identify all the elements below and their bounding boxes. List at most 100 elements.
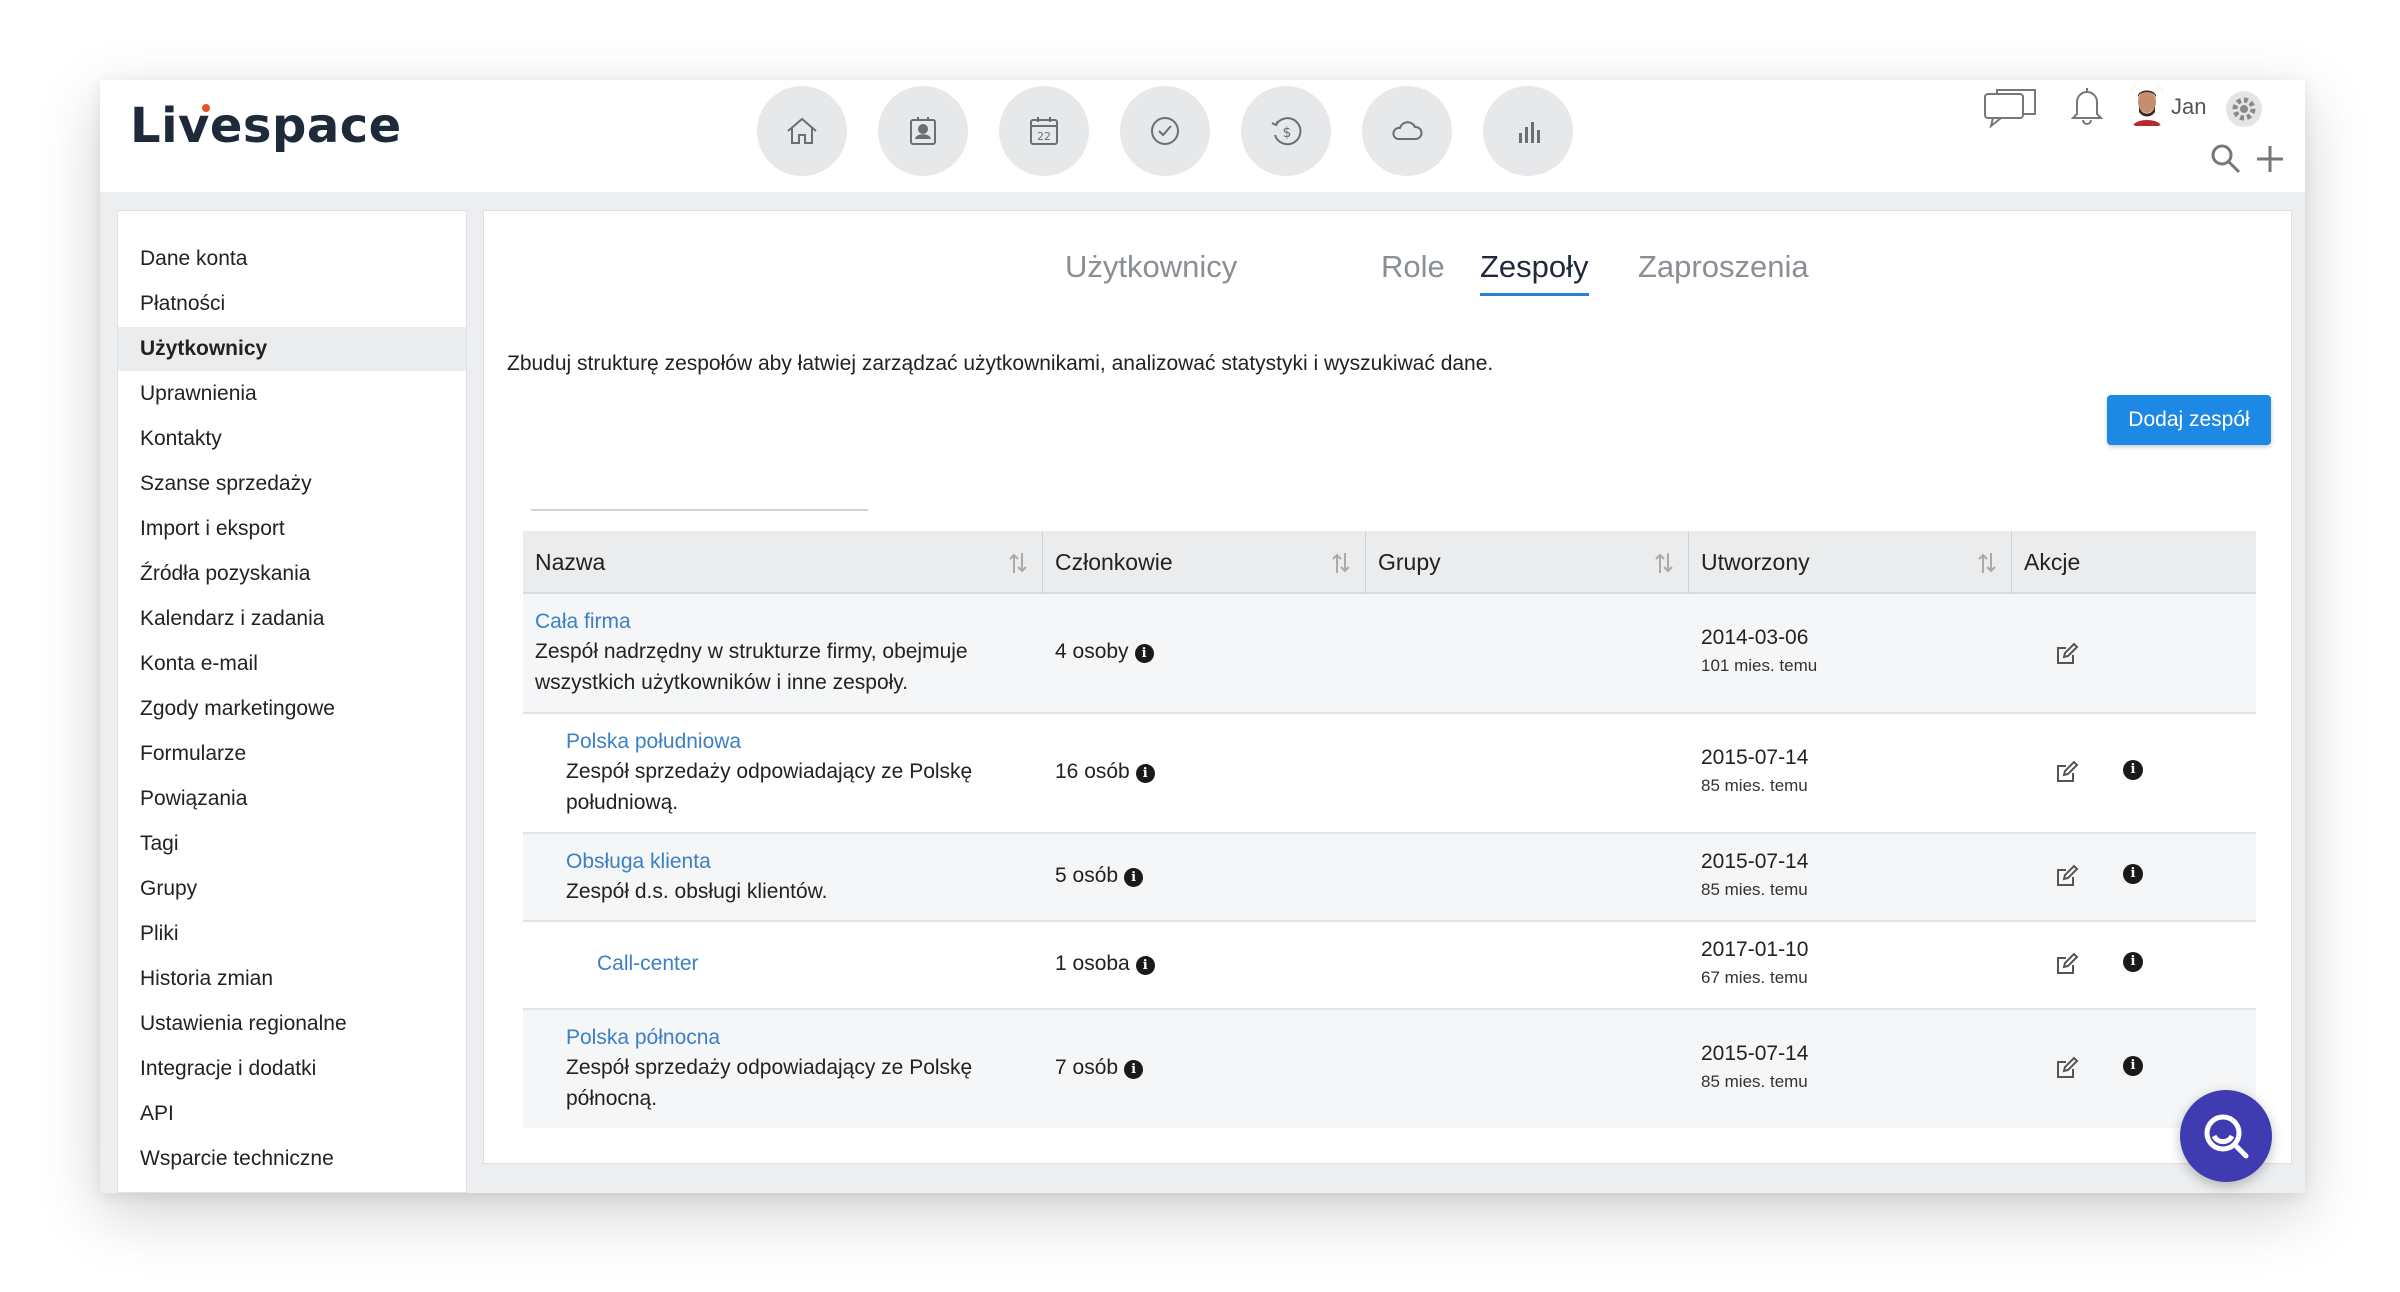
search-help-button[interactable] [2180,1090,2272,1182]
tasks-icon[interactable] [1120,86,1210,176]
sidebar-item-kalendarz-i-zadania[interactable]: Kalendarz i zadania [118,597,466,641]
edit-icon[interactable] [2055,952,2079,976]
settings-gear-icon[interactable] [2225,90,2263,132]
sort-icon [1978,553,1996,573]
info-icon[interactable]: i [1134,644,1154,663]
sidebar-item-uprawnienia[interactable]: Uprawnienia [118,372,466,416]
search-icon [2204,1114,2249,1159]
notifications-bell-icon[interactable] [2069,84,2105,130]
members-count[interactable]: 1 osoba i [1055,952,1155,976]
tab-role[interactable]: Role [1381,249,1445,285]
table-row: Polska północna Zespół sprzedaży odpowia… [523,1010,2256,1128]
tab-zaproszenia[interactable]: Zaproszenia [1638,249,1809,285]
team-description: południową. [566,791,679,814]
info-icon[interactable]: i [1135,764,1155,783]
members-count[interactable]: 7 osób i [1055,1056,1144,1080]
sidebar-item-tagi[interactable]: Tagi [118,822,466,866]
sidebar-item-import-i-eksport[interactable]: Import i eksport [118,507,466,551]
sidebar-item-powiazania[interactable]: Powiązania [118,777,466,821]
sidebar-item-zrodla-pozyskania[interactable]: Źródła pozyskania [118,552,466,596]
tab-zespoly[interactable]: Zespoły [1480,249,1589,285]
cloud-icon[interactable] [1362,86,1452,176]
sidebar-item-kontakty[interactable]: Kontakty [118,417,466,461]
sidebar-item-formularze[interactable]: Formularze [118,732,466,776]
intro-text: Zbuduj strukturę zespołów aby łatwiej za… [507,352,1494,375]
messages-icon[interactable] [1983,88,2037,132]
top-right-tools: Jan [1975,80,2305,192]
edit-icon[interactable] [2055,1056,2079,1080]
members-count-label: 16 osób [1055,760,1130,783]
column-header-grupy[interactable]: Grupy [1366,531,1689,594]
table-row: Cała firma Zespół nadrzędny w strukturze… [523,594,2256,714]
sidebar-item-wsparcie-techniczne[interactable]: Wsparcie techniczne [118,1137,466,1181]
info-icon[interactable]: i [2123,864,2143,884]
sidebar-item-api[interactable]: API [118,1092,466,1136]
sidebar-item-platnosci[interactable]: Płatności [118,282,466,326]
sidebar-item-dane-konta[interactable]: Dane konta [118,237,466,281]
main-content: Użytkownicy Role Zespoły Zaproszenia Zbu… [483,210,2292,1164]
members-count[interactable]: 4 osoby i [1055,640,1154,664]
edit-icon[interactable] [2055,642,2079,666]
column-header-czlonkowie[interactable]: Członkowie [1043,531,1366,594]
contacts-icon[interactable] [878,86,968,176]
team-name-link[interactable]: Polska południowa [566,730,972,754]
search-icon[interactable] [2209,142,2243,180]
edit-icon[interactable] [2055,864,2079,888]
info-icon[interactable]: i [1124,868,1144,887]
filter-input-underline[interactable] [531,509,868,511]
created-cell: 2014-03-06 101 mies. temu [1701,626,1817,676]
add-plus-icon[interactable] [2255,144,2285,178]
sidebar-item-ustawienia-regionalne[interactable]: Ustawienia regionalne [118,1002,466,1046]
info-icon[interactable]: i [1135,956,1155,975]
column-header-label: Grupy [1378,549,1441,575]
info-icon[interactable]: i [2123,1056,2143,1076]
members-count[interactable]: 16 osób i [1055,760,1155,784]
sidebar-item-integracje-i-dodatki[interactable]: Integracje i dodatki [118,1047,466,1091]
deals-icon[interactable]: $ [1241,86,1331,176]
team-name-link[interactable]: Polska północna [566,1026,972,1050]
sidebar-item-pliki[interactable]: Pliki [118,912,466,956]
info-icon[interactable]: i [2123,952,2143,972]
edit-icon[interactable] [2055,760,2079,784]
info-icon[interactable]: i [2123,760,2143,780]
reports-icon[interactable] [1483,86,1573,176]
team-description: Zespół sprzedaży odpowiadający ze Polskę [566,1056,973,1079]
user-avatar[interactable] [2131,86,2163,126]
members-count-label: 1 osoba [1055,952,1130,975]
team-cell: Cała firma Zespół nadrzędny w strukturze… [535,610,968,698]
svg-text:$: $ [1283,125,1292,141]
members-count-label: 7 osób [1055,1056,1119,1079]
active-tab-indicator [1480,293,1589,296]
members-count-label: 4 osoby [1055,640,1129,663]
team-cell: Call-center [597,952,699,976]
created-ago: 101 mies. temu [1701,656,1818,675]
app-window: Livespace 22 $ Jan Dane konta Płatności … [100,80,2305,1193]
column-header-utworzony[interactable]: Utworzony [1689,531,2012,594]
info-icon[interactable]: i [1124,1060,1144,1079]
created-ago: 85 mies. temu [1701,880,1808,899]
add-team-button[interactable]: Dodaj zespół [2107,395,2271,445]
logo-accent-dot [202,104,210,112]
column-header-nazwa[interactable]: Nazwa [523,531,1043,594]
sidebar-item-zgody-marketingowe[interactable]: Zgody marketingowe [118,687,466,731]
members-count[interactable]: 5 osób i [1055,864,1144,888]
logo[interactable]: Livespace [130,98,402,154]
sidebar-item-uzytkownicy[interactable]: Użytkownicy [118,327,466,371]
team-name-link[interactable]: Cała firma [535,610,968,634]
home-icon[interactable] [757,86,847,176]
logo-text: Livespace [130,98,402,154]
members-count-label: 5 osób [1055,864,1119,887]
column-header-label: Członkowie [1055,549,1173,575]
team-name-link[interactable]: Obsługa klienta [566,850,827,874]
user-name[interactable]: Jan [2171,94,2206,120]
table-row: Call-center 1 osoba i 2017-01-10 67 mies.… [523,922,2256,1010]
calendar-icon[interactable]: 22 [999,86,1089,176]
sidebar-item-grupy[interactable]: Grupy [118,867,466,911]
sidebar-item-szanse-sprzedazy[interactable]: Szanse sprzedaży [118,462,466,506]
team-name-link[interactable]: Call-center [597,952,699,976]
sidebar-item-historia-zmian[interactable]: Historia zmian [118,957,466,1001]
sidebar-item-konta-email[interactable]: Konta e-mail [118,642,466,686]
calendar-day: 22 [1037,130,1051,143]
tab-uzytkownicy[interactable]: Użytkownicy [1065,249,1237,285]
team-cell: Polska południowa Zespół sprzedaży odpow… [566,730,972,818]
